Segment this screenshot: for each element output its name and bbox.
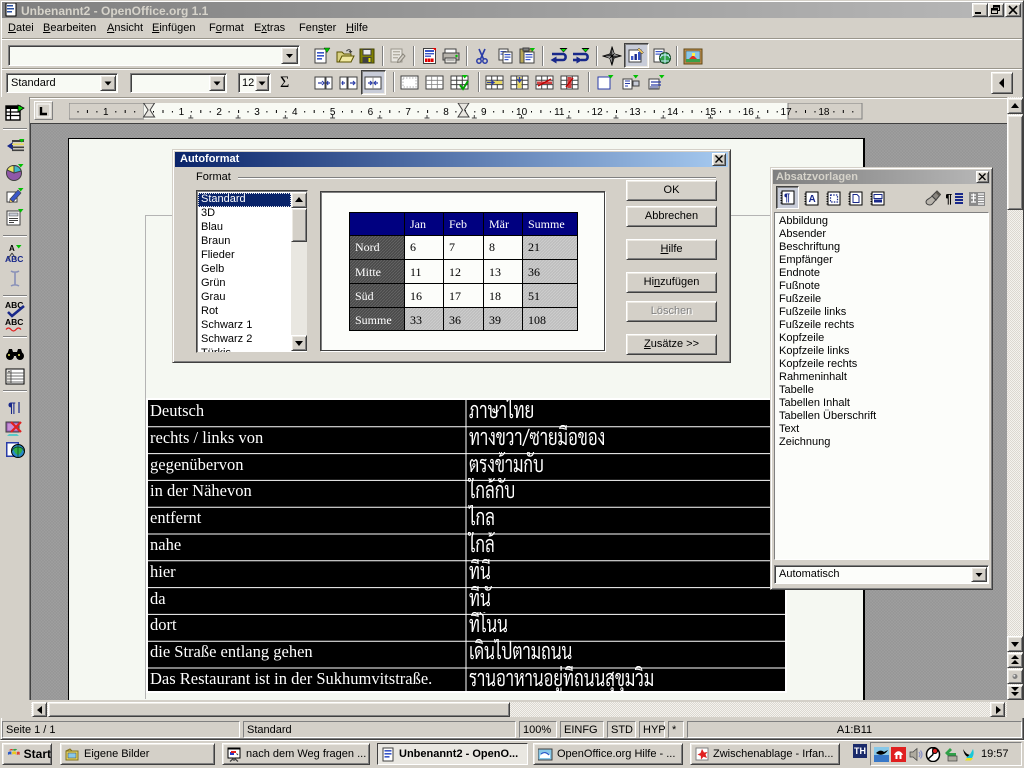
svg-text:Jan: Jan xyxy=(410,217,426,231)
svg-text:13: 13 xyxy=(489,265,501,279)
svg-text:Summe: Summe xyxy=(528,217,565,231)
svg-text:16: 16 xyxy=(410,289,422,303)
svg-text:14: 14 xyxy=(667,107,679,118)
svg-text:2: 2 xyxy=(216,107,222,118)
svg-text:11: 11 xyxy=(554,107,565,118)
svg-text:Süd: Süd xyxy=(355,289,374,303)
svg-text:17: 17 xyxy=(781,107,793,118)
svg-text:11: 11 xyxy=(410,265,422,279)
svg-text:7: 7 xyxy=(405,107,411,118)
svg-text:6: 6 xyxy=(410,240,416,254)
svg-text:21: 21 xyxy=(528,240,540,254)
svg-text:9: 9 xyxy=(481,107,487,118)
svg-text:12: 12 xyxy=(449,265,461,279)
svg-text:3: 3 xyxy=(254,107,260,118)
svg-text:A: A xyxy=(808,194,815,205)
svg-text:ABC: ABC xyxy=(5,254,23,264)
svg-text:1: 1 xyxy=(103,107,109,118)
svg-text:ABC: ABC xyxy=(5,317,23,327)
svg-text:18: 18 xyxy=(818,107,830,118)
svg-text:Feb: Feb xyxy=(449,217,467,231)
svg-text:¶: ¶ xyxy=(946,191,952,206)
svg-text:36: 36 xyxy=(449,313,461,327)
svg-text:Mitte: Mitte xyxy=(355,265,381,279)
svg-text:Mär: Mär xyxy=(489,217,509,231)
svg-text:1: 1 xyxy=(179,107,185,118)
svg-text:4: 4 xyxy=(292,107,298,118)
svg-text:13: 13 xyxy=(629,107,641,118)
svg-text:Summe: Summe xyxy=(355,313,392,327)
svg-text:12: 12 xyxy=(592,107,604,118)
svg-text:17: 17 xyxy=(449,289,461,303)
svg-text:33: 33 xyxy=(410,313,422,327)
svg-text:¶: ¶ xyxy=(8,399,16,415)
svg-text:16: 16 xyxy=(743,107,755,118)
svg-text:39: 39 xyxy=(489,313,501,327)
svg-text:18: 18 xyxy=(489,289,501,303)
svg-text:8: 8 xyxy=(443,107,449,118)
svg-text:Nord: Nord xyxy=(355,240,380,254)
svg-text:36: 36 xyxy=(528,265,540,279)
svg-text:51: 51 xyxy=(528,289,540,303)
svg-text:108: 108 xyxy=(528,313,546,327)
svg-text:8: 8 xyxy=(489,240,495,254)
svg-text:7: 7 xyxy=(449,240,455,254)
svg-text:6: 6 xyxy=(368,107,374,118)
svg-text:A: A xyxy=(9,244,15,253)
svg-text:¶: ¶ xyxy=(784,192,790,204)
